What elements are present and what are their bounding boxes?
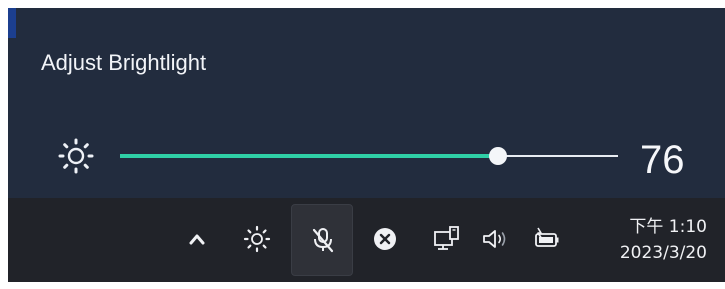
brightness-value: 76	[640, 138, 685, 182]
flyout-title: Adjust Brightlight	[41, 50, 207, 75]
slider-thumb[interactable]	[489, 147, 508, 165]
battery-charging-icon[interactable]	[532, 224, 562, 254]
clock-date: 2023/3/20	[619, 243, 707, 263]
taskbar: 下午 1:10 2023/3/20	[8, 198, 725, 282]
close-circle-icon[interactable]	[370, 224, 400, 254]
brightness-icon[interactable]	[242, 224, 272, 254]
chevron-up-icon[interactable]	[182, 224, 212, 254]
slider-fill	[120, 154, 499, 158]
sun-icon	[58, 138, 94, 174]
clock[interactable]: 下午 1:10 2023/3/20	[620, 214, 707, 266]
microphone-button[interactable]	[291, 204, 353, 276]
screen: Adjust Brightlight 76 下午 1:10 2023/3/20	[0, 0, 725, 289]
window-edge	[8, 8, 16, 38]
network-icon[interactable]	[432, 224, 462, 254]
brightness-flyout: Adjust Brightlight 76	[8, 8, 725, 198]
volume-icon[interactable]	[480, 224, 510, 254]
microphone-muted-icon	[312, 228, 334, 253]
brightness-slider[interactable]	[120, 143, 618, 169]
clock-time: 下午 1:10	[629, 217, 707, 237]
